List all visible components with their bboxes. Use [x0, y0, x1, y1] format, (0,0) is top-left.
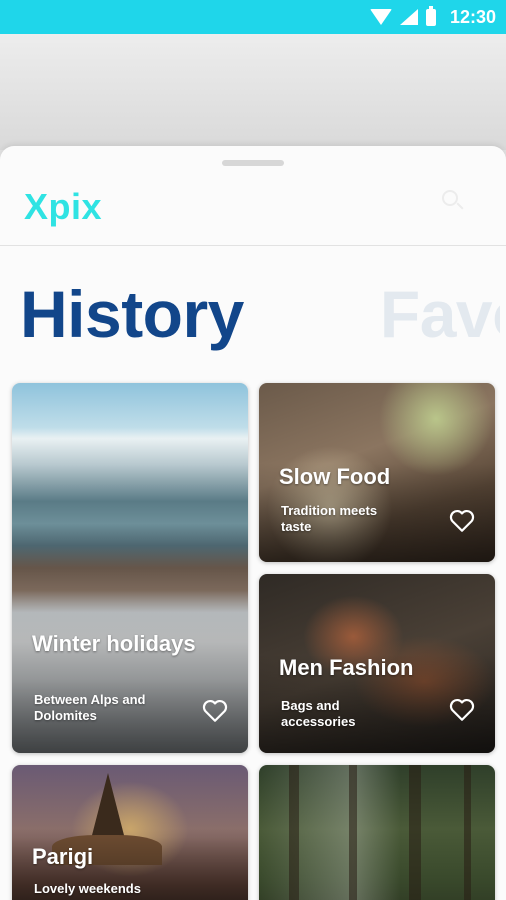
heart-icon[interactable]: [202, 699, 228, 723]
tab-history[interactable]: History: [20, 276, 244, 352]
app-logo: Xpix: [24, 186, 103, 227]
card-title: Parigi: [32, 844, 94, 869]
card-title: Slow Food: [279, 464, 391, 489]
search-icon[interactable]: [440, 188, 466, 214]
card-slow-food[interactable]: Slow Food Tradition meets taste: [259, 383, 495, 562]
tab-bar: History Favo: [20, 276, 500, 366]
card-adventure[interactable]: [259, 765, 495, 900]
card-men-fashion[interactable]: Men Fashion Bags and accessories: [259, 574, 495, 753]
card-subtitle: Between Alps and Dolomites: [34, 692, 146, 723]
app-bar: Xpix: [0, 168, 506, 246]
status-time: 12:30: [449, 6, 496, 27]
status-bar: 12:30: [0, 0, 506, 34]
card-subtitle: Bags and accessories: [281, 698, 356, 729]
card-subtitle: Lovely weekends: [34, 881, 141, 896]
card-title: Men Fashion: [279, 655, 414, 680]
bottom-sheet: Xpix History Favo Winter holidays Between…: [0, 146, 506, 900]
card-title: Winter holidays: [32, 631, 196, 656]
card-winter-holidays[interactable]: Winter holidays Between Alps and Dolomit…: [12, 383, 248, 753]
heart-icon[interactable]: [449, 698, 475, 722]
battery-icon: [425, 5, 436, 26]
tab-favorites[interactable]: Favo: [380, 276, 500, 352]
card-parigi[interactable]: Parigi Lovely weekends: [12, 765, 248, 900]
card-subtitle: Tradition meets taste: [281, 503, 378, 534]
signal-icon: [399, 9, 418, 25]
wifi-icon: [369, 9, 392, 25]
background-overlay: [0, 34, 506, 150]
heart-icon[interactable]: [449, 509, 475, 533]
sheet-drag-handle[interactable]: [222, 160, 284, 166]
card-image: [259, 765, 495, 900]
